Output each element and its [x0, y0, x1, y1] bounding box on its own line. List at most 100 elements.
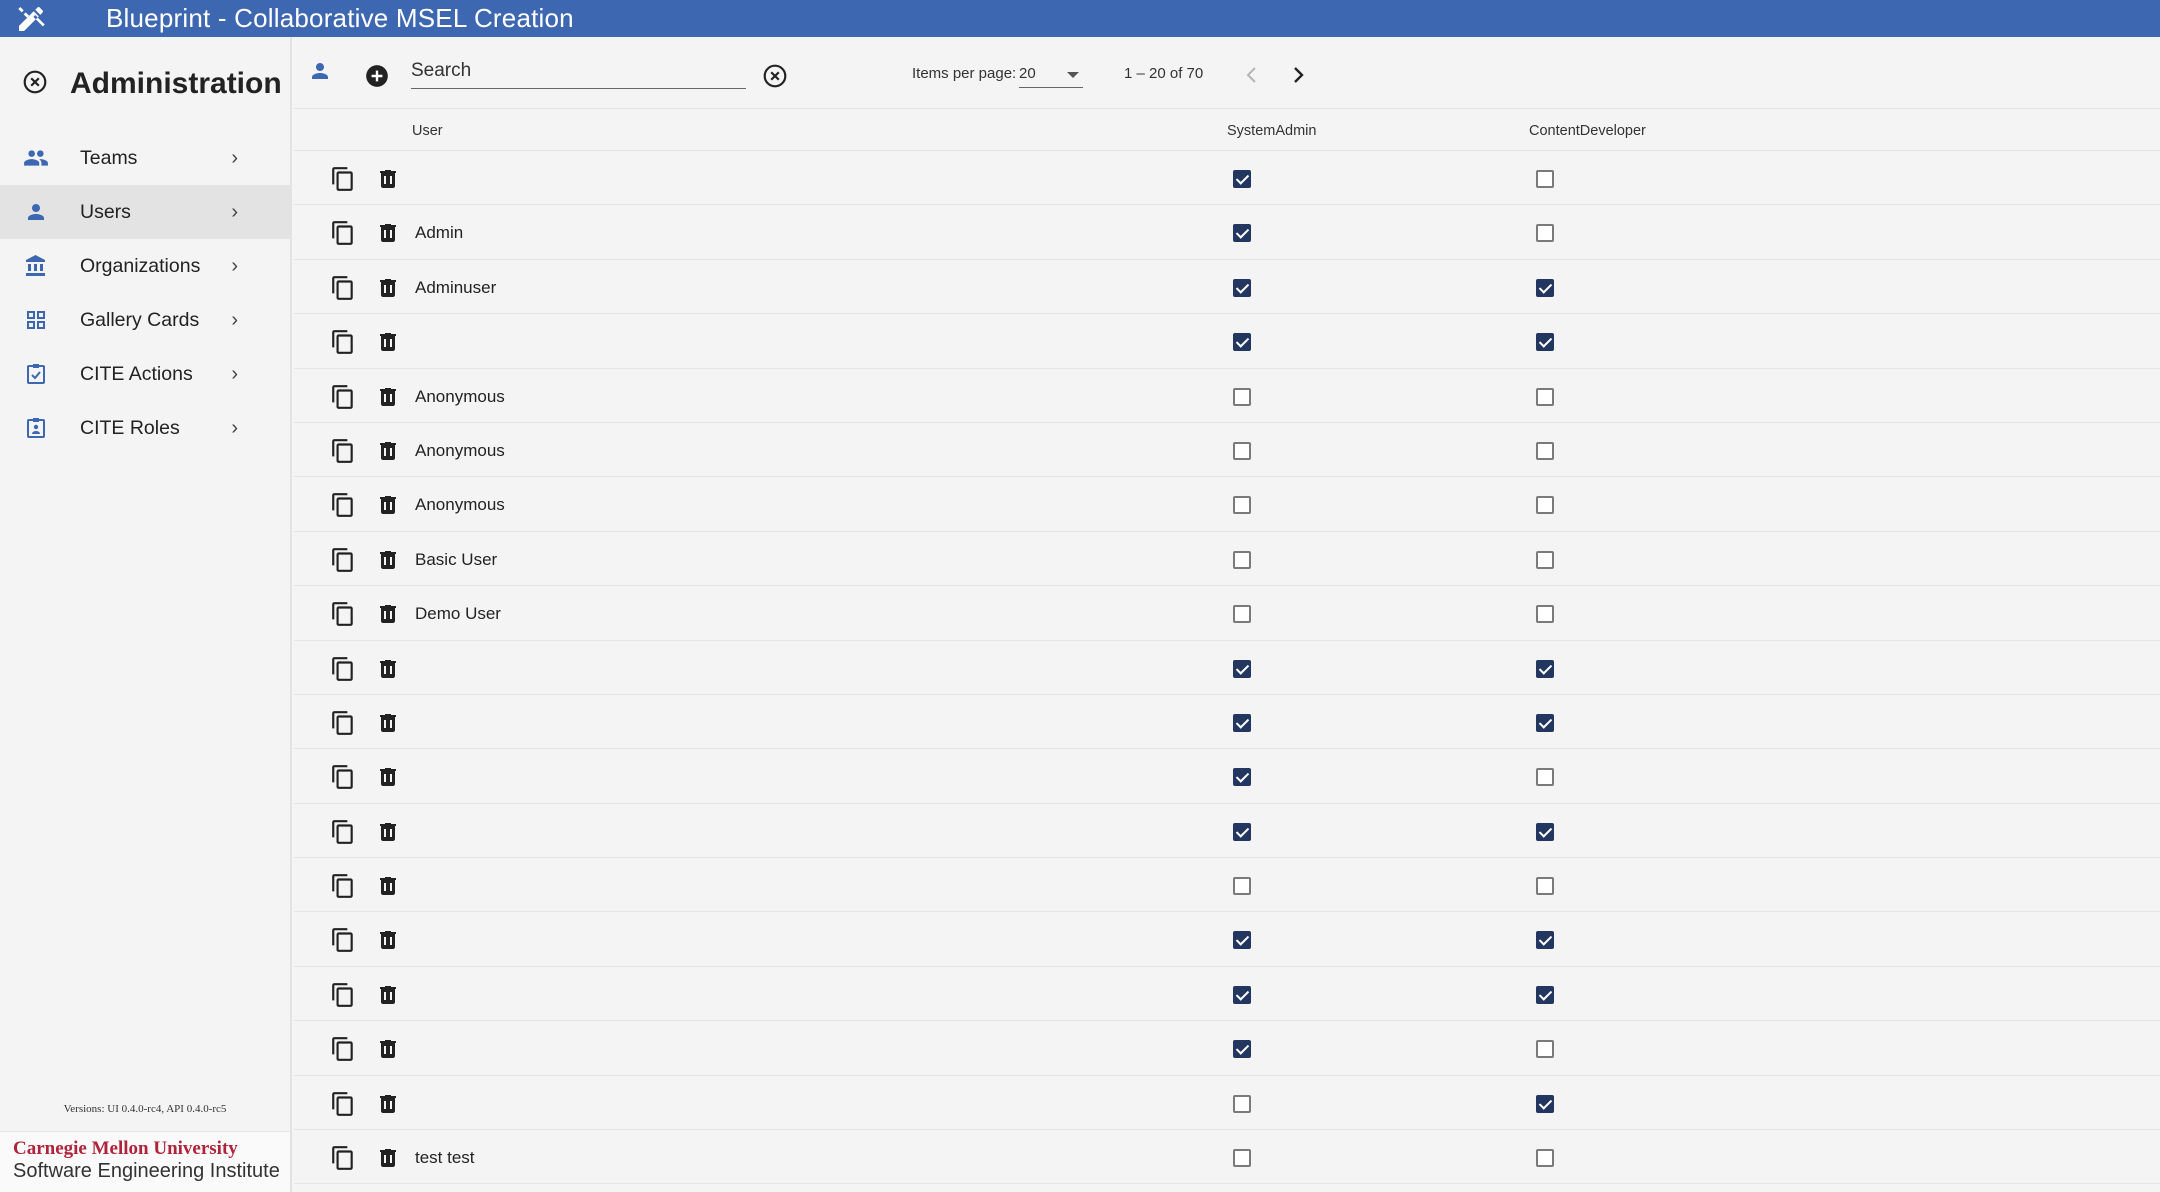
sidebar-item-organizations[interactable]: Organizations ›: [0, 239, 290, 293]
contentdeveloper-checkbox[interactable]: [1536, 496, 1554, 515]
contentdeveloper-checkbox[interactable]: [1536, 441, 1554, 460]
copy-icon[interactable]: [330, 1145, 356, 1171]
contentdeveloper-checkbox[interactable]: [1536, 713, 1554, 732]
copy-icon[interactable]: [330, 547, 356, 573]
copy-icon[interactable]: [330, 492, 356, 518]
contentdeveloper-checkbox[interactable]: [1536, 985, 1554, 1004]
delete-icon[interactable]: [376, 329, 400, 355]
sidebar-item-users[interactable]: Users ›: [0, 185, 290, 239]
systemadmin-checkbox[interactable]: [1233, 713, 1251, 732]
contentdeveloper-checkbox[interactable]: [1536, 333, 1554, 352]
systemadmin-checkbox[interactable]: [1233, 278, 1251, 297]
delete-icon[interactable]: [376, 547, 400, 573]
table-row: [294, 1076, 2160, 1131]
delete-icon[interactable]: [376, 982, 400, 1008]
delete-icon[interactable]: [376, 927, 400, 953]
sidebar-item-gallery-cards[interactable]: Gallery Cards ›: [0, 293, 290, 347]
sidebar-item-cite-roles[interactable]: CITE Roles ›: [0, 401, 290, 455]
delete-icon[interactable]: [376, 873, 400, 899]
copy-icon[interactable]: [330, 438, 356, 464]
delete-icon[interactable]: [376, 710, 400, 736]
systemadmin-checkbox[interactable]: [1233, 985, 1251, 1004]
copy-icon[interactable]: [330, 764, 356, 790]
contentdeveloper-checkbox[interactable]: [1536, 931, 1554, 950]
app-header: Blueprint - Collaborative MSEL Creation: [0, 0, 2160, 37]
clear-search-icon[interactable]: [762, 63, 788, 89]
delete-icon[interactable]: [376, 819, 400, 845]
contentdeveloper-checkbox[interactable]: [1536, 278, 1554, 297]
systemadmin-checkbox[interactable]: [1233, 387, 1251, 406]
contentdeveloper-checkbox[interactable]: [1536, 659, 1554, 678]
user-name: Demo User: [415, 604, 501, 624]
delete-icon[interactable]: [376, 220, 400, 246]
contentdeveloper-checkbox[interactable]: [1536, 768, 1554, 787]
systemadmin-checkbox[interactable]: [1233, 1149, 1251, 1168]
copy-icon[interactable]: [330, 220, 356, 246]
add-user-button[interactable]: [364, 63, 390, 89]
systemadmin-checkbox[interactable]: [1233, 1094, 1251, 1113]
systemadmin-checkbox[interactable]: [1233, 931, 1251, 950]
contentdeveloper-checkbox[interactable]: [1536, 605, 1554, 624]
delete-icon[interactable]: [376, 275, 400, 301]
copy-icon[interactable]: [330, 329, 356, 355]
blueprint-logo-icon[interactable]: [0, 0, 62, 37]
delete-icon[interactable]: [376, 1145, 400, 1171]
copy-icon[interactable]: [330, 166, 356, 192]
copy-icon[interactable]: [330, 710, 356, 736]
copy-icon[interactable]: [330, 819, 356, 845]
contentdeveloper-checkbox[interactable]: [1536, 224, 1554, 243]
systemadmin-checkbox[interactable]: [1233, 659, 1251, 678]
previous-page-button[interactable]: [1240, 63, 1264, 87]
delete-icon[interactable]: [376, 656, 400, 682]
copy-icon[interactable]: [330, 873, 356, 899]
column-header-user[interactable]: User: [412, 123, 443, 139]
systemadmin-checkbox[interactable]: [1233, 224, 1251, 243]
copy-icon[interactable]: [330, 601, 356, 627]
delete-icon[interactable]: [376, 764, 400, 790]
systemadmin-checkbox[interactable]: [1233, 605, 1251, 624]
systemadmin-checkbox[interactable]: [1233, 441, 1251, 460]
chevron-right-icon: ›: [231, 254, 238, 277]
delete-icon[interactable]: [376, 1036, 400, 1062]
systemadmin-checkbox[interactable]: [1233, 877, 1251, 896]
sei-logo-text: Software Engineering Institute: [13, 1160, 280, 1182]
systemadmin-checkbox[interactable]: [1233, 550, 1251, 569]
copy-icon[interactable]: [330, 1091, 356, 1117]
contentdeveloper-checkbox[interactable]: [1536, 877, 1554, 896]
copy-icon[interactable]: [330, 275, 356, 301]
delete-icon[interactable]: [376, 438, 400, 464]
systemadmin-checkbox[interactable]: [1233, 822, 1251, 841]
table-row: [294, 912, 2160, 967]
contentdeveloper-checkbox[interactable]: [1536, 1040, 1554, 1059]
sidebar-item-cite-actions[interactable]: CITE Actions ›: [0, 347, 290, 401]
systemadmin-checkbox[interactable]: [1233, 496, 1251, 515]
contentdeveloper-checkbox[interactable]: [1536, 550, 1554, 569]
systemadmin-checkbox[interactable]: [1233, 1040, 1251, 1059]
systemadmin-checkbox[interactable]: [1233, 768, 1251, 787]
delete-icon[interactable]: [376, 166, 400, 192]
delete-icon[interactable]: [376, 1091, 400, 1117]
search-input[interactable]: [411, 55, 746, 87]
systemadmin-checkbox[interactable]: [1233, 333, 1251, 352]
contentdeveloper-checkbox[interactable]: [1536, 1094, 1554, 1113]
contentdeveloper-checkbox[interactable]: [1536, 170, 1554, 188]
sidebar-item-teams[interactable]: Teams ›: [0, 131, 290, 185]
copy-icon[interactable]: [330, 982, 356, 1008]
copy-icon[interactable]: [330, 384, 356, 410]
close-sidebar-icon[interactable]: [22, 69, 48, 100]
contentdeveloper-checkbox[interactable]: [1536, 822, 1554, 841]
items-per-page-select[interactable]: 20: [1019, 60, 1083, 88]
delete-icon[interactable]: [376, 492, 400, 518]
delete-icon[interactable]: [376, 384, 400, 410]
contentdeveloper-checkbox[interactable]: [1536, 387, 1554, 406]
delete-icon[interactable]: [376, 601, 400, 627]
table-row: [294, 1021, 2160, 1076]
contentdeveloper-checkbox[interactable]: [1536, 1149, 1554, 1168]
copy-icon[interactable]: [330, 656, 356, 682]
column-header-systemadmin[interactable]: SystemAdmin: [1227, 123, 1316, 139]
copy-icon[interactable]: [330, 927, 356, 953]
copy-icon[interactable]: [330, 1036, 356, 1062]
systemadmin-checkbox[interactable]: [1233, 170, 1251, 188]
next-page-button[interactable]: [1286, 63, 1310, 87]
column-header-contentdeveloper[interactable]: ContentDeveloper: [1529, 123, 1646, 139]
